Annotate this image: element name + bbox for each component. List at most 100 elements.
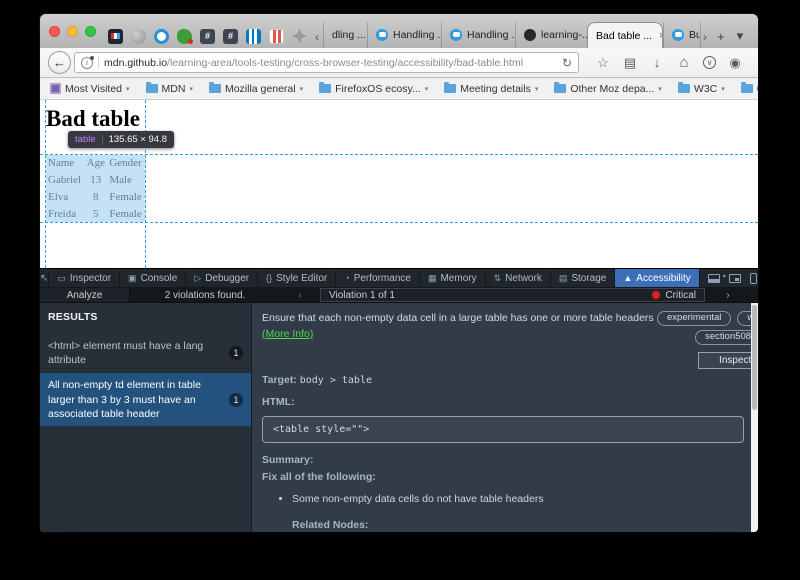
reading-list-icon[interactable]: ▤ xyxy=(622,55,638,71)
next-violation-button[interactable]: › xyxy=(705,288,751,302)
bookmark-item[interactable]: Mozilla general▾ xyxy=(209,83,303,95)
page-viewport: Bad table Name Age Gender Gabriel 13 Mal… xyxy=(40,100,758,268)
pinned-tab-plant-icon[interactable] xyxy=(177,29,192,44)
issue-item: Some non-empty data cells do not have ta… xyxy=(292,492,740,508)
tab-network[interactable]: ⇅Network xyxy=(486,269,551,287)
url-separator xyxy=(98,56,99,69)
tab-active[interactable]: Bad table ... × xyxy=(587,22,663,48)
related-nodes-label: Related Nodes: xyxy=(292,518,740,532)
results-header: RESULTS xyxy=(40,303,251,333)
violation-detail-panel: Ensure that each non-empty data cell in … xyxy=(252,303,758,532)
new-tab-button[interactable]: + xyxy=(711,29,731,48)
inspector-icon: ▭ xyxy=(57,273,66,284)
shield-icon[interactable]: ◉ xyxy=(727,55,743,71)
tag-pill: experimental xyxy=(657,311,731,326)
bookmark-item[interactable]: MDN▾ xyxy=(146,83,193,95)
pinned-tab-irc-icon[interactable]: # xyxy=(200,29,215,44)
folder-icon xyxy=(678,84,690,93)
highlighter-guide-horizontal xyxy=(40,222,758,223)
bookmark-item[interactable]: W3C▾ xyxy=(678,83,725,95)
bookmark-item[interactable]: Meeting details▾ xyxy=(444,83,538,95)
pinned-tab-board-icon[interactable] xyxy=(269,29,284,44)
storage-icon: ▤ xyxy=(559,273,568,284)
bookmark-item[interactable]: Games▾ xyxy=(741,83,758,95)
bookmark-item[interactable]: FirefoxOS ecosy...▾ xyxy=(319,83,428,95)
count-badge: 1 xyxy=(229,346,243,360)
more-info-link[interactable]: (More Info) xyxy=(262,328,313,340)
tab[interactable]: Handling ... xyxy=(367,22,441,48)
table-row: Freida 5 Female xyxy=(46,205,145,222)
site-info-icon[interactable]: i xyxy=(81,57,93,69)
console-icon: ▣ xyxy=(128,273,137,284)
split-console-icon[interactable] xyxy=(729,274,741,283)
bookmark-item[interactable]: Other Moz depa...▾ xyxy=(554,83,662,95)
scrollbar-thumb[interactable] xyxy=(752,305,757,410)
table-row: Gabriel 13 Male xyxy=(46,172,145,189)
highlighter-guide-vertical xyxy=(145,100,146,268)
critical-dot-icon xyxy=(652,291,660,299)
pinned-tab-ring-icon[interactable] xyxy=(154,29,169,44)
most-visited-icon xyxy=(50,83,61,94)
pinned-tab-irc-icon[interactable]: # xyxy=(223,29,238,44)
minimize-window-button[interactable] xyxy=(67,26,78,37)
tab-memory[interactable]: ▦Memory xyxy=(420,269,486,287)
folder-icon xyxy=(554,84,566,93)
analyze-button[interactable]: Analyze xyxy=(40,288,130,302)
tab-label: learning-... xyxy=(541,29,587,41)
bookmark-item[interactable]: Most Visited▾ xyxy=(50,83,130,95)
tab[interactable]: Handling ... xyxy=(441,22,515,48)
highlighter-infobar: table 135.65 × 94.8 xyxy=(68,131,174,148)
table-row: Elva 8 Female xyxy=(46,189,145,206)
url-bar[interactable]: i mdn.github.io/learning-area/tools-test… xyxy=(74,52,579,73)
count-badge: 1 xyxy=(229,393,243,407)
result-item-selected[interactable]: All non-empty td element in table larger… xyxy=(40,372,251,426)
tab-console[interactable]: ▣Console xyxy=(120,269,186,287)
downloads-icon[interactable]: ↓ xyxy=(649,55,665,70)
browser-window: # # ‹ dling ... Handling ... Handling ..… xyxy=(40,14,758,532)
html-snippet: <table style=""> xyxy=(262,416,744,443)
violations-count: 2 violations found. xyxy=(130,288,280,302)
tab-performance[interactable]: ◔Performance xyxy=(336,269,420,287)
bookmarks-toolbar: Most Visited▾ MDN▾ Mozilla general▾ Fire… xyxy=(40,78,758,100)
bookmark-star-icon[interactable]: ☆ xyxy=(595,55,611,71)
dock-options-icon[interactable] xyxy=(708,274,720,283)
scroll-tabs-left-button[interactable]: ‹ xyxy=(313,30,323,48)
results-sidebar: RESULTS <html> element must have a lang … xyxy=(40,303,252,532)
close-window-button[interactable] xyxy=(49,26,60,37)
reload-icon[interactable]: ↻ xyxy=(562,56,572,70)
pinned-tab-globe-icon[interactable] xyxy=(131,29,146,44)
tab-inspector[interactable]: ▭Inspector xyxy=(49,269,120,287)
tab-debugger[interactable]: ▷Debugger xyxy=(186,269,258,287)
chat-favicon-icon xyxy=(376,29,388,41)
style-editor-icon: {} xyxy=(266,273,272,283)
folder-icon xyxy=(146,84,158,93)
inspect-button[interactable]: Inspect xyxy=(698,352,758,369)
tab-label: Handling ... xyxy=(393,29,441,41)
tab-storage[interactable]: ▤Storage xyxy=(551,269,616,287)
responsive-design-icon[interactable] xyxy=(750,273,757,284)
element-picker-icon[interactable]: ↖ xyxy=(40,269,49,287)
scroll-tabs-right-button[interactable]: › xyxy=(701,30,711,48)
pinned-tab-trello-icon[interactable] xyxy=(246,29,261,44)
zoom-window-button[interactable] xyxy=(85,26,96,37)
all-tabs-dropdown-button[interactable]: ▾ xyxy=(731,28,750,48)
home-icon[interactable]: ⌂ xyxy=(676,54,692,71)
pinned-tab-photos-icon[interactable] xyxy=(108,29,123,44)
previous-violation-button[interactable]: ‹ xyxy=(280,288,320,302)
result-item[interactable]: <html> element must have a lang attribut… xyxy=(40,333,251,372)
page-title: Bad table xyxy=(46,106,140,132)
pocket-icon[interactable]: ∨ xyxy=(703,56,716,69)
pinned-tab-misc-icon[interactable] xyxy=(292,29,307,44)
chat-favicon-icon xyxy=(672,29,684,41)
folder-icon xyxy=(741,84,753,93)
violation-status-box: Violation 1 of 1 Critical xyxy=(320,288,705,302)
tab-style-editor[interactable]: {}Style Editor xyxy=(258,269,336,287)
devtools-tabbar: ↖ ▭Inspector ▣Console ▷Debugger {}Style … xyxy=(40,268,758,288)
navigation-toolbar: ← i mdn.github.io/learning-area/tools-te… xyxy=(40,48,758,78)
tab[interactable]: dling ... xyxy=(323,22,367,48)
tab[interactable]: learning-... xyxy=(515,22,587,48)
back-button[interactable]: ← xyxy=(48,51,71,74)
scrollbar[interactable] xyxy=(751,303,758,532)
tab-accessibility[interactable]: ▲Accessibility xyxy=(615,269,699,287)
tab[interactable]: Bui xyxy=(663,22,701,48)
